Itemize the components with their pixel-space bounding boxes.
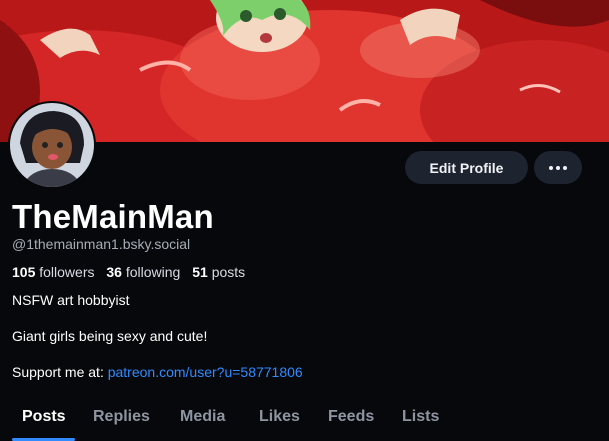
following-label: following — [125, 264, 181, 280]
posts-stat: 51 posts — [192, 264, 245, 280]
profile-stats: 105 followers 36 following 51 posts — [12, 264, 245, 280]
tab-media[interactable]: Media — [180, 408, 225, 426]
posts-count: 51 — [192, 264, 208, 280]
followers-stat[interactable]: 105 followers — [12, 264, 95, 280]
following-stat[interactable]: 36 following — [106, 264, 180, 280]
profile-tabs: Posts Replies Media Likes Feeds Lists — [0, 400, 609, 441]
edit-profile-button[interactable]: Edit Profile — [405, 151, 528, 184]
banner-illustration — [0, 0, 609, 142]
tab-posts[interactable]: Posts — [22, 408, 66, 426]
posts-label: posts — [211, 264, 246, 280]
ellipsis-icon — [549, 165, 567, 170]
tab-replies[interactable]: Replies — [93, 408, 150, 426]
tab-likes[interactable]: Likes — [259, 408, 300, 426]
more-options-button[interactable] — [534, 151, 582, 184]
following-count: 36 — [106, 264, 122, 280]
profile-handle: @1themainman1.bsky.social — [12, 236, 191, 252]
bio-line-1: NSFW art hobbyist — [12, 292, 130, 308]
avatar-illustration — [10, 103, 94, 187]
patreon-link[interactable]: patreon.com/user?u=58771806 — [108, 364, 303, 380]
tab-feeds[interactable]: Feeds — [328, 408, 374, 426]
avatar[interactable] — [8, 101, 96, 189]
bio-line-2: Giant girls being sexy and cute! — [12, 328, 208, 344]
followers-label: followers — [39, 264, 95, 280]
followers-count: 105 — [12, 264, 36, 280]
tab-lists[interactable]: Lists — [402, 408, 439, 426]
support-label: Support me at: — [12, 364, 108, 380]
bio-support: Support me at: patreon.com/user?u=587718… — [12, 364, 303, 380]
profile-banner[interactable] — [0, 0, 609, 142]
display-name: TheMainMan — [12, 198, 214, 235]
